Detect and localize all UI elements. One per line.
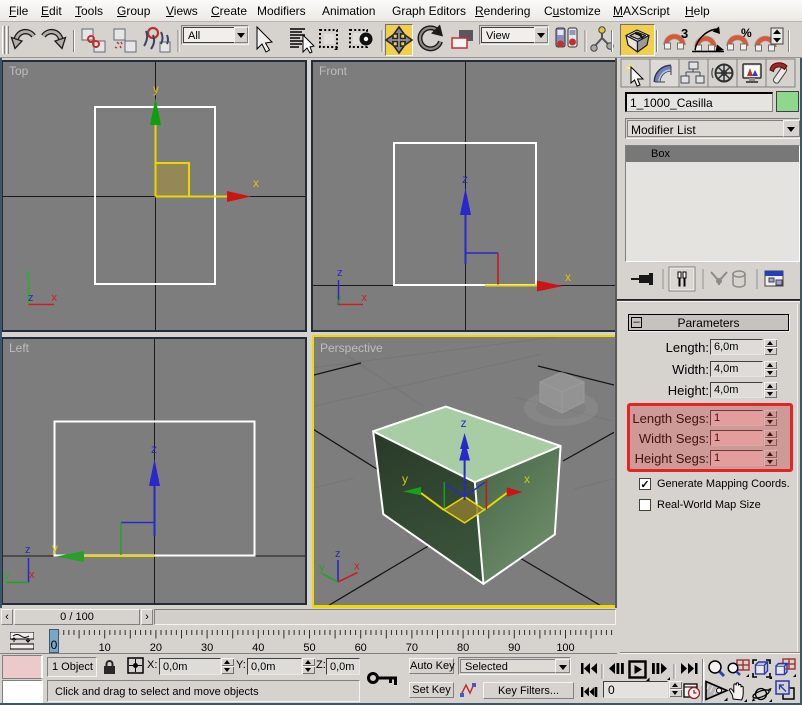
svg-text:x: x bbox=[29, 569, 35, 581]
svg-text:10: 10 bbox=[99, 642, 111, 654]
svg-text:z: z bbox=[25, 544, 31, 556]
svg-text:50: 50 bbox=[303, 642, 315, 654]
svg-text:60: 60 bbox=[355, 642, 367, 654]
svg-text:z: z bbox=[462, 172, 468, 186]
svg-text:x: x bbox=[354, 561, 360, 573]
svg-text:30: 30 bbox=[201, 642, 213, 654]
svg-text:z: z bbox=[337, 267, 343, 279]
svg-text:y: y bbox=[25, 268, 31, 280]
svg-text:z: z bbox=[151, 442, 157, 456]
svg-text:z: z bbox=[28, 292, 34, 304]
svg-text:x: x bbox=[524, 472, 530, 486]
svg-text:%: % bbox=[741, 26, 752, 40]
svg-text:y: y bbox=[4, 570, 10, 582]
svg-text:x: x bbox=[52, 292, 58, 304]
svg-text:80: 80 bbox=[457, 642, 469, 654]
svg-text:40: 40 bbox=[252, 642, 264, 654]
svg-text:x: x bbox=[565, 270, 571, 284]
svg-text:z: z bbox=[335, 548, 341, 560]
svg-text:y: y bbox=[319, 562, 325, 574]
svg-text:100: 100 bbox=[556, 642, 574, 654]
svg-text:y: y bbox=[153, 82, 159, 96]
svg-text:y: y bbox=[52, 541, 58, 555]
svg-text:z: z bbox=[461, 416, 467, 430]
svg-text:3: 3 bbox=[681, 26, 688, 41]
svg-text:x: x bbox=[362, 292, 368, 304]
svg-text:y: y bbox=[336, 293, 342, 305]
svg-text:20: 20 bbox=[150, 642, 162, 654]
svg-text:y: y bbox=[402, 472, 408, 486]
svg-text:x: x bbox=[253, 176, 259, 190]
svg-text:70: 70 bbox=[406, 642, 418, 654]
svg-text:90: 90 bbox=[508, 642, 520, 654]
